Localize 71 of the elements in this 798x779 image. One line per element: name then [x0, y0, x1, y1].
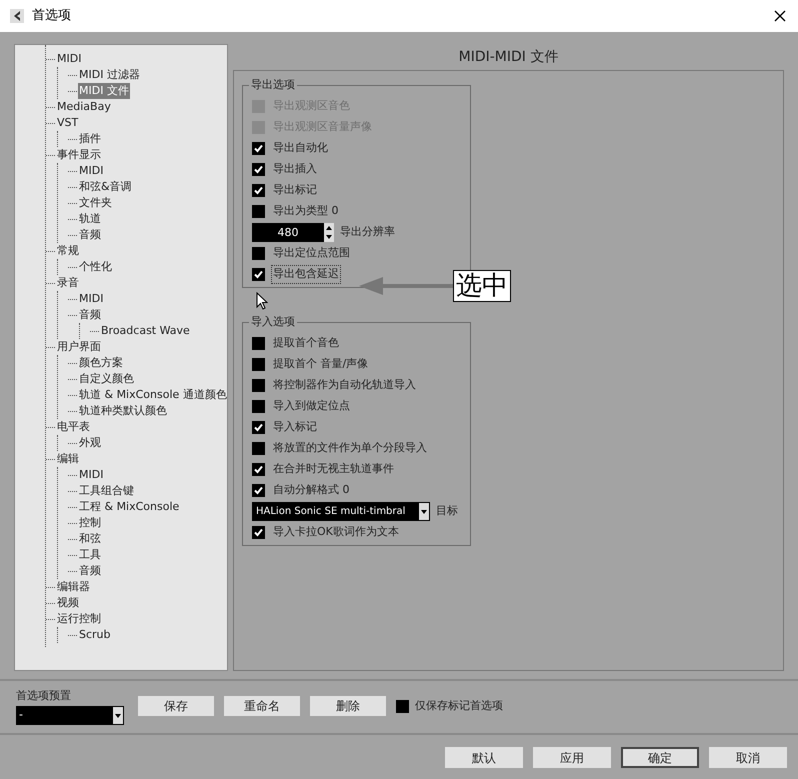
group-title: 导入选项 — [249, 315, 297, 329]
tree-item[interactable]: 插件 — [78, 131, 102, 147]
preset-button[interactable]: 删除 — [310, 696, 386, 716]
tree-item[interactable]: 个性化 — [78, 259, 113, 275]
tree-item[interactable]: VST — [56, 115, 80, 131]
tree-item[interactable]: MIDI 过滤器 — [78, 67, 141, 83]
tree-item[interactable]: 工具组合键 — [78, 483, 135, 499]
tree-item[interactable]: MIDI — [78, 467, 104, 483]
option-label: 提取首个音色 — [272, 335, 340, 352]
tree-item[interactable]: 颜色方案 — [78, 355, 124, 371]
option-label: 导出插入 — [272, 161, 318, 178]
option-label: 仅保存标记首选项 — [415, 698, 503, 714]
option-label: 将放置的文件作为单个分段导入 — [272, 440, 428, 456]
preset-dropdown[interactable]: - — [16, 706, 124, 725]
tree-item[interactable]: 文件夹 — [78, 195, 113, 211]
option-label: 在合并时无视主轨道事件 — [272, 461, 395, 478]
number-spinbox[interactable]: 480 — [252, 223, 334, 242]
tree-item[interactable]: MIDI — [56, 51, 82, 67]
tree-item[interactable]: 音频 — [78, 307, 102, 323]
tree-item[interactable]: 事件显示 — [56, 147, 102, 163]
tree-item[interactable]: 常规 — [56, 243, 80, 259]
tree-item[interactable]: 编辑 — [56, 451, 80, 467]
tree-item[interactable]: 轨道种类默认颜色 — [78, 403, 168, 419]
preset-button[interactable]: 重命名 — [224, 696, 300, 716]
window-title: 首选项 — [32, 7, 71, 26]
option-label: 自动分解格式 0 — [272, 482, 350, 498]
tree-item[interactable]: 电平表 — [56, 419, 91, 435]
page-title: MIDI-MIDI 文件 — [458, 48, 560, 67]
tree-item[interactable]: 编辑器 — [56, 579, 91, 595]
option-label: 导出标记 — [272, 182, 318, 198]
tree-item[interactable]: 和弦 — [78, 531, 102, 547]
tree-item[interactable]: 工程 & MixConsole — [78, 499, 180, 515]
tree-item[interactable]: MIDI 文件 — [78, 83, 130, 99]
dialog-button[interactable]: 应用 — [533, 746, 611, 768]
option-label: 导出分辨率 — [340, 224, 395, 240]
tree-item[interactable]: MIDI — [78, 163, 104, 179]
option-label: 提取首个 音量/声像 — [272, 356, 370, 372]
option-label: 导入标记 — [272, 419, 318, 436]
tree-item[interactable]: 用户界面 — [56, 339, 102, 355]
tree-item[interactable]: Broadcast Wave — [100, 323, 191, 339]
tree-item[interactable]: 工具 — [78, 547, 102, 563]
preset-button[interactable]: 保存 — [138, 696, 214, 716]
tree-item[interactable]: 运行控制 — [56, 611, 102, 627]
dialog-button[interactable]: 默认 — [445, 746, 523, 768]
tree-item[interactable]: Scrub — [78, 627, 112, 643]
option-label: 导出自动化 — [272, 140, 329, 156]
annotation-label: 选中 — [453, 270, 511, 302]
tree-item[interactable]: 自定义颜色 — [78, 371, 135, 387]
tree-item[interactable]: 音频 — [78, 227, 102, 243]
tree-item[interactable]: 视频 — [56, 595, 80, 611]
tree-item[interactable]: 录音 — [56, 275, 80, 291]
option-label: 导出包含延迟 — [271, 265, 341, 284]
option-label: 目标 — [436, 503, 458, 520]
option-label: 导入卡拉OK歌词作为文本 — [272, 524, 400, 540]
tree-item[interactable]: 轨道 & MixConsole 通道颜色 — [78, 387, 228, 403]
tree-item[interactable]: 音频 — [78, 563, 102, 579]
dialog-button[interactable]: 确定 — [621, 746, 699, 768]
tree-item[interactable]: 和弦&音调 — [78, 179, 133, 195]
instrument-dropdown[interactable]: HALion Sonic SE multi-timbral — [252, 502, 430, 521]
option-label: 将控制器作为自动化轨道导入 — [272, 377, 417, 394]
group-title: 导出选项 — [249, 78, 297, 92]
option-label: 导出定位点范围 — [272, 245, 351, 262]
tree-item[interactable]: 控制 — [78, 515, 102, 531]
preset-label: 首选项预置 — [16, 688, 72, 704]
option-label: 导出为类型 0 — [272, 203, 340, 220]
dialog-button[interactable]: 取消 — [709, 746, 787, 768]
option-label: 导入到做定位点 — [272, 398, 351, 414]
tree-item[interactable]: 外观 — [78, 435, 102, 451]
tree-item[interactable]: 轨道 — [78, 211, 102, 227]
tree-item[interactable]: MediaBay — [56, 99, 112, 115]
tree-item[interactable]: MIDI — [78, 291, 104, 307]
